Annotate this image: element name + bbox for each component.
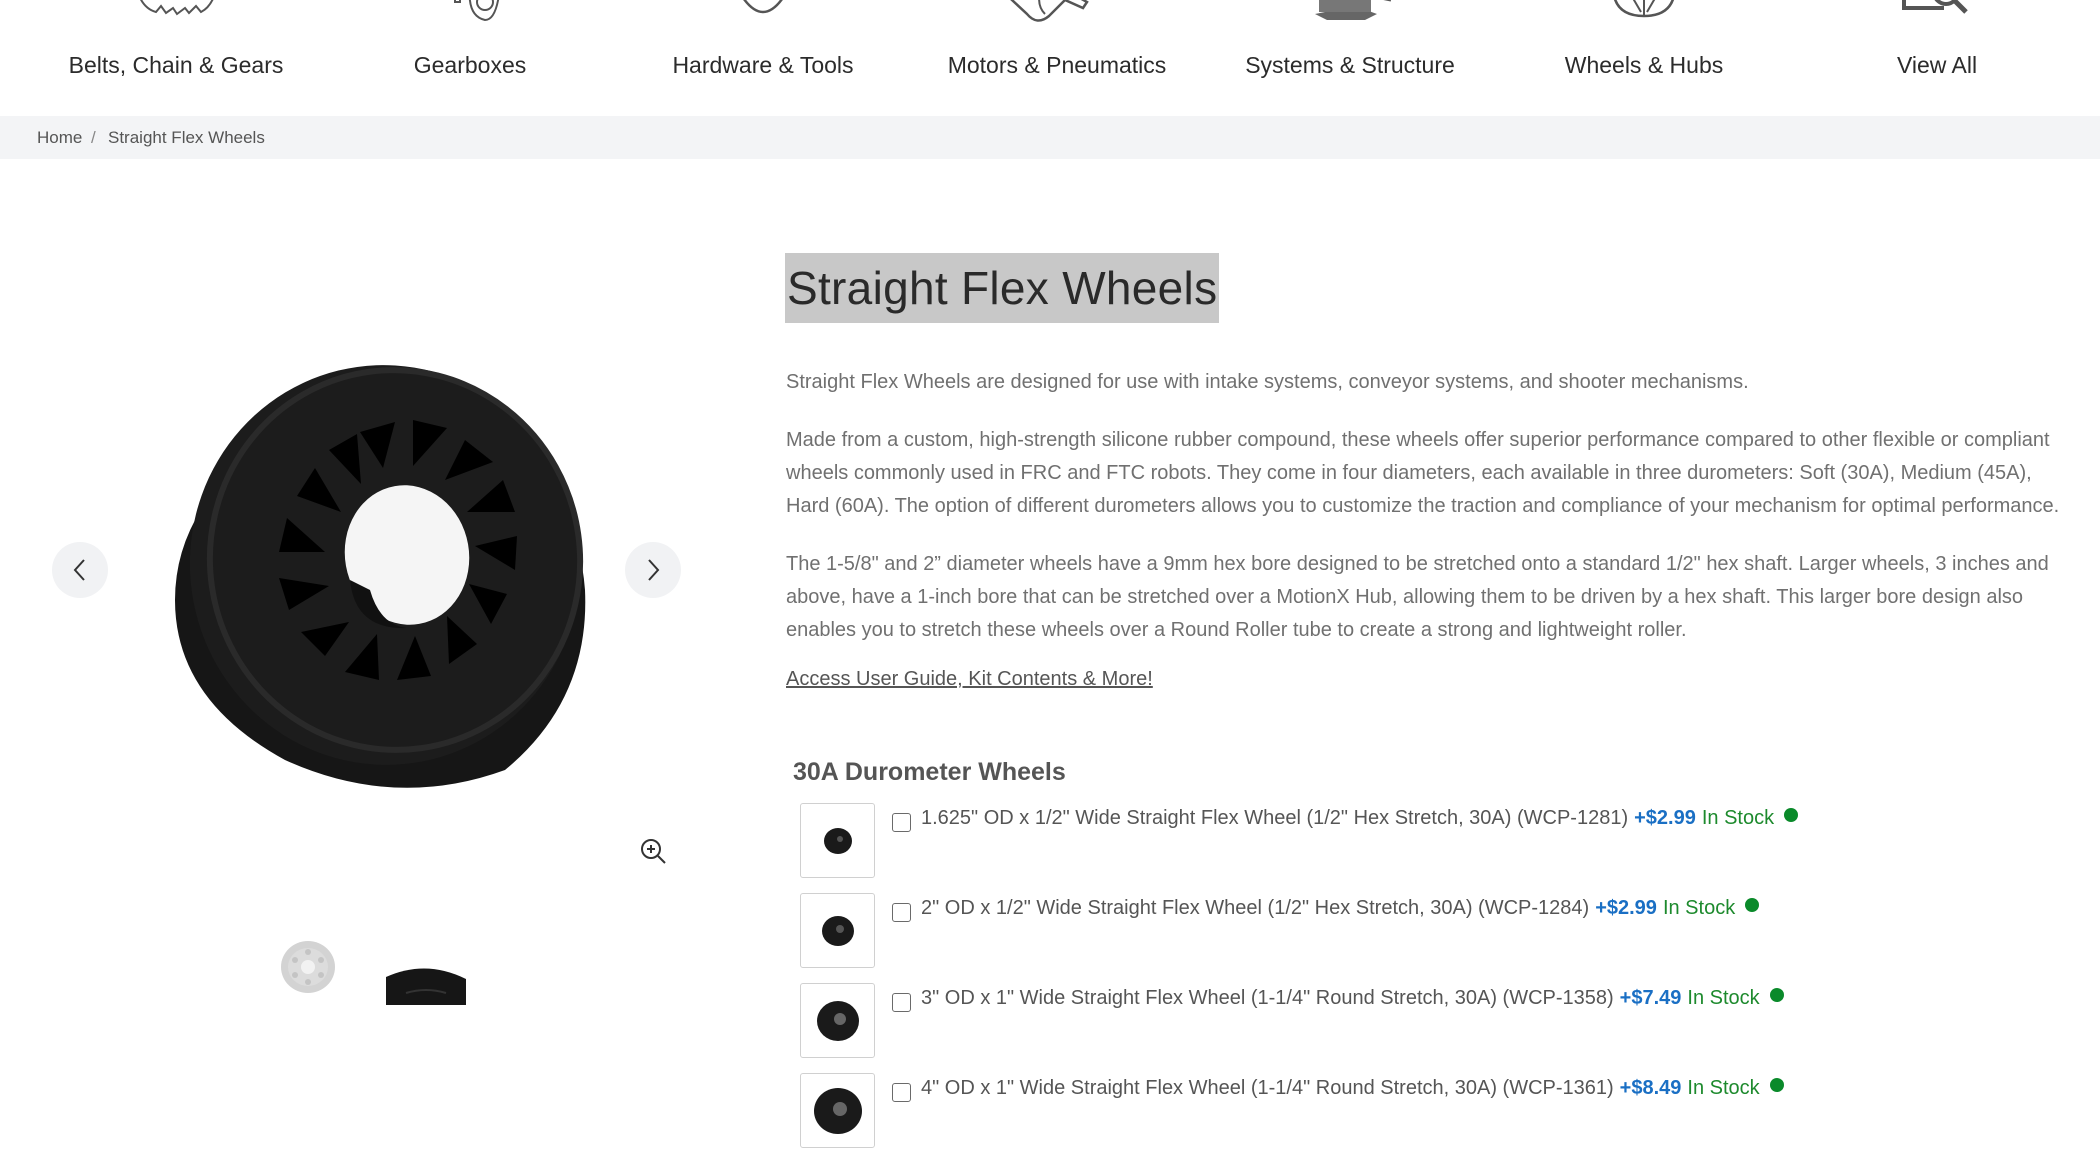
user-guide-link[interactable]: Access User Guide, Kit Contents & More! [786,668,1153,691]
option-text: 1.625" OD x 1/2" Wide Straight Flex Whee… [921,807,1799,830]
option-checkbox[interactable] [892,813,911,832]
category-motors-pneumatics[interactable]: Motors & Pneumatics [927,0,1187,115]
product-option-row: 3" OD x 1" Wide Straight Flex Wheel (1-1… [800,983,2000,1058]
stock-indicator-dot [1745,898,1760,912]
category-label: Hardware & Tools [672,52,854,78]
option-checkbox[interactable] [892,903,911,922]
breadcrumb: Home / Straight Flex Wheels [0,116,2100,159]
option-stock-status: In Stock [1701,807,1775,829]
stock-indicator-dot [1769,1078,1784,1092]
gearbox-icon [454,0,500,22]
wheel-icon [1613,0,1675,18]
option-name: 3" OD x 1" Wide Straight Flex Wheel (1-1… [921,987,1614,1009]
breadcrumb-current: Straight Flex Wheels [108,128,265,147]
thumbnail-image [386,968,466,1005]
category-nav: Belts, Chain & Gears Gearboxes Hardware … [0,0,2100,115]
chevron-right-icon [648,559,660,581]
breadcrumb-separator: / [91,128,96,147]
wheel-thumbnail-image [814,1088,862,1134]
option-name: 1.625" OD x 1/2" Wide Straight Flex Whee… [921,807,1629,829]
category-hardware-tools[interactable]: Hardware & Tools [633,0,893,115]
product-description-1: Straight Flex Wheels are designed for us… [786,371,1749,393]
category-label: View All [1896,52,1978,78]
product-description-3: The 1-5/8" and 2” diameter wheels have a… [786,553,2049,641]
breadcrumb-home-link[interactable]: Home [37,128,82,148]
thumbnail-image [281,941,335,993]
option-stock-status: In Stock [1662,897,1736,919]
options-section-heading: 30A Durometer Wheels [793,758,1066,786]
search-icon [1902,0,1968,14]
category-label: Gearboxes [413,52,527,78]
category-label: Motors & Pneumatics [947,52,1167,78]
category-view-all[interactable]: View All [1807,0,2067,115]
category-label: Belts, Chain & Gears [68,52,284,78]
gallery-prev-button[interactable] [52,542,108,598]
stock-indicator-dot [1784,808,1799,822]
zoom-button[interactable] [639,837,667,870]
option-name: 4" OD x 1" Wide Straight Flex Wheel (1-1… [921,1077,1614,1099]
category-label: Systems & Structure [1245,52,1455,78]
product-option-row: 2" OD x 1/2" Wide Straight Flex Wheel (1… [800,893,2000,968]
option-checkbox[interactable] [892,993,911,1012]
option-name: 2" OD x 1/2" Wide Straight Flex Wheel (1… [921,897,1590,919]
wheel-thumbnail-image [817,1001,859,1041]
gear-icon [140,0,214,16]
motor-icon [1010,0,1089,22]
option-stock-status: In Stock [1687,1077,1760,1099]
option-price: +$7.49 [1619,987,1682,1009]
gallery-next-button[interactable] [625,542,681,598]
product-title-highlight: Straight Flex Wheels [785,253,1220,323]
option-text: 2" OD x 1/2" Wide Straight Flex Wheel (1… [921,897,1760,920]
product-main-image[interactable] [145,340,645,800]
product-title: Straight Flex Wheels [787,262,1218,314]
option-thumbnail [800,1073,875,1148]
product-option-row: 1.625" OD x 1/2" Wide Straight Flex Whee… [800,803,2000,878]
option-price: +$2.99 [1634,807,1696,829]
option-thumbnail [800,803,875,878]
hardware-icon [743,0,783,14]
stock-indicator-dot [1769,988,1784,1002]
category-label: Wheels & Hubs [1564,52,1724,78]
option-thumbnail [800,893,875,968]
option-price: +$8.49 [1619,1077,1682,1099]
gallery-thumbnail[interactable] [386,965,466,1005]
option-text: 3" OD x 1" Wide Straight Flex Wheel (1-1… [921,987,1784,1010]
option-checkbox[interactable] [892,1083,911,1102]
category-systems-structure[interactable]: Systems & Structure [1220,0,1480,115]
wheel-thumbnail-image [822,916,854,946]
gallery-thumbnail[interactable] [279,938,337,996]
structure-icon [1315,0,1391,20]
wheel-thumbnail-image [824,828,852,854]
product-gallery [50,260,690,1020]
zoom-in-icon [641,839,666,864]
option-thumbnail [800,983,875,1058]
option-text: 4" OD x 1" Wide Straight Flex Wheel (1-1… [921,1077,1784,1100]
option-stock-status: In Stock [1687,987,1760,1009]
chevron-left-icon [73,559,85,581]
category-gearboxes[interactable]: Gearboxes [340,0,600,115]
option-price: +$2.99 [1595,897,1657,919]
category-wheels-hubs[interactable]: Wheels & Hubs [1514,0,1774,115]
category-belts-chain-gears[interactable]: Belts, Chain & Gears [46,0,306,115]
product-option-row: 4" OD x 1" Wide Straight Flex Wheel (1-1… [800,1073,2000,1148]
product-description-2: Made from a custom, high-strength silico… [786,429,2060,517]
